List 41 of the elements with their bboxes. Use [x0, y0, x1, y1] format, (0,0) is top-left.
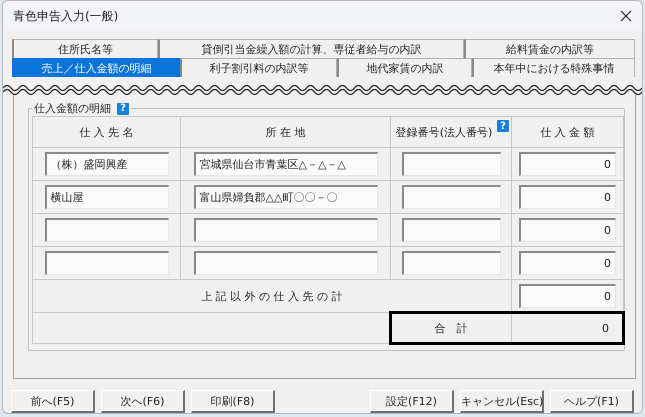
- column-header: 仕 入 先 名: [33, 117, 180, 147]
- footer-button[interactable]: 前へ(F5): [11, 390, 95, 413]
- address-field[interactable]: 宮城県仙台市青葉区△－△－△: [194, 152, 378, 176]
- footer-button[interactable]: 印刷(F8): [191, 390, 275, 413]
- help-icon[interactable]: ?: [497, 120, 509, 132]
- address-field[interactable]: 富山県婦負郡△△町〇〇－〇: [194, 185, 378, 209]
- tab[interactable]: 本年中における特殊事情: [472, 58, 635, 77]
- footer-button[interactable]: ヘルプ(F1): [550, 390, 634, 413]
- total-amount: 0: [602, 322, 609, 334]
- footer-button[interactable]: 次へ(F6): [101, 390, 185, 413]
- tab[interactable]: 給料賃金の内訳等: [464, 39, 635, 58]
- amount-field[interactable]: 0: [519, 218, 616, 242]
- amount-field[interactable]: 0: [519, 251, 616, 275]
- tab[interactable]: 利子割引料の内訳等: [180, 58, 337, 77]
- amount-field[interactable]: 0: [519, 152, 616, 176]
- footer-button[interactable]: 設定(F12): [370, 390, 454, 413]
- amount-field[interactable]: 0: [519, 284, 616, 308]
- name-field[interactable]: 横山屋: [44, 185, 168, 209]
- registration-field[interactable]: [402, 218, 500, 242]
- column-header: 所 在 地: [181, 117, 390, 147]
- other-suppliers-label: 上 記 以 外 の 仕 入 先 の 計: [201, 288, 343, 304]
- name-field[interactable]: [44, 251, 168, 275]
- address-field[interactable]: [194, 218, 378, 242]
- close-icon[interactable]: [620, 10, 632, 22]
- column-header: 仕 入 金 額: [512, 117, 623, 147]
- name-field[interactable]: （株）盛岡興産: [44, 152, 168, 176]
- help-icon[interactable]: ?: [117, 102, 129, 114]
- tab[interactable]: 貸倒引当金繰入額の計算、専従者給与の内訳: [158, 39, 464, 58]
- column-header: 登録番号(法人番号) ?: [391, 117, 511, 147]
- total-label: 合 計: [434, 320, 468, 336]
- registration-field[interactable]: [402, 185, 500, 209]
- name-field[interactable]: [44, 218, 168, 242]
- tab[interactable]: 売上／仕入金額の明細: [12, 58, 180, 77]
- tab[interactable]: 住所氏名等: [12, 39, 158, 58]
- amount-field[interactable]: 0: [519, 185, 616, 209]
- registration-field[interactable]: [402, 251, 500, 275]
- address-field[interactable]: [194, 251, 378, 275]
- section-title: 仕入金額の明細: [34, 101, 111, 116]
- registration-field[interactable]: [402, 152, 500, 176]
- window-title: 青色申告入力(一般): [13, 8, 118, 24]
- tab[interactable]: 地代家賃の内訳: [337, 58, 472, 77]
